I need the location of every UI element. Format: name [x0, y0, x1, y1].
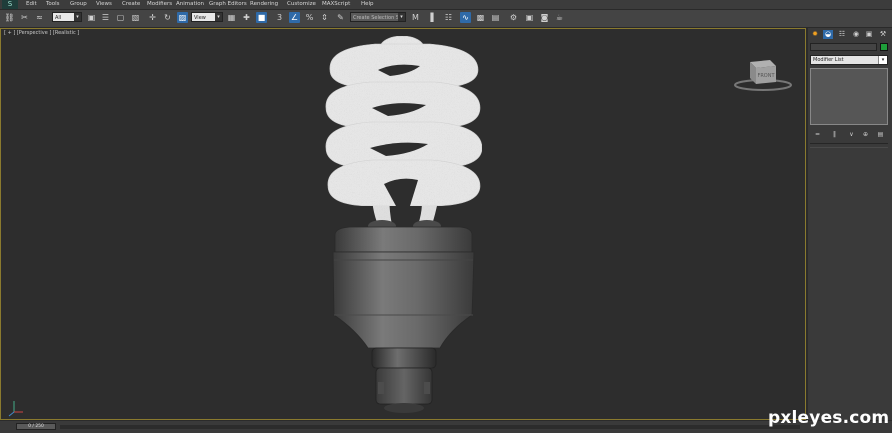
- render-setup-icon[interactable]: ⚙: [508, 12, 519, 23]
- menu-customize[interactable]: Customize: [287, 0, 316, 9]
- viewcube-face-label: FRONT: [757, 73, 775, 79]
- menu-graph-editors[interactable]: Graph Editors: [209, 0, 247, 9]
- menu-modifiers[interactable]: Modifiers: [147, 0, 172, 9]
- remove-modifier-icon[interactable]: ⊕: [860, 130, 871, 139]
- create-tab-icon[interactable]: ✹: [810, 30, 820, 39]
- material-editor-icon[interactable]: ▤: [490, 12, 501, 23]
- chevron-down-icon: ▾: [398, 13, 405, 21]
- snap-icon[interactable]: 3: [274, 12, 285, 23]
- modify-tab-icon[interactable]: ◒: [823, 30, 833, 39]
- scale-icon[interactable]: ▨: [177, 12, 188, 23]
- link-icon[interactable]: ⛓: [4, 12, 15, 23]
- display-tab-icon[interactable]: ▣: [864, 30, 874, 39]
- menu-rendering[interactable]: Rendering: [250, 0, 278, 9]
- rendered-frame-icon[interactable]: ▣: [524, 12, 535, 23]
- reference-coord-value: View: [194, 15, 206, 21]
- configure-modifier-sets-icon[interactable]: ▤: [875, 130, 886, 139]
- menu-maxscript[interactable]: MAXScript: [322, 0, 350, 9]
- time-slider[interactable]: 0 / 250: [16, 423, 56, 430]
- watermark: pxleyes.com: [768, 408, 890, 428]
- rect-selection-icon[interactable]: ▢: [115, 12, 126, 23]
- object-color-swatch[interactable]: [880, 43, 888, 51]
- spinner-snap-icon[interactable]: ⇕: [319, 12, 330, 23]
- menu-animation[interactable]: Animation: [176, 0, 204, 9]
- app-logo-icon[interactable]: S: [2, 0, 18, 9]
- menu-tools[interactable]: Tools: [46, 0, 60, 9]
- align-icon[interactable]: ▐: [425, 12, 436, 23]
- menu-edit[interactable]: Edit: [26, 0, 37, 9]
- move-icon[interactable]: ✛: [147, 12, 158, 23]
- modifier-list-label: Modifier List: [813, 57, 844, 63]
- axis-tripod-icon: [8, 401, 23, 417]
- make-unique-icon[interactable]: ∨: [846, 130, 857, 139]
- menu-create[interactable]: Create: [122, 0, 140, 9]
- angle-snap-icon[interactable]: ∠: [289, 12, 300, 23]
- layer-manager-icon[interactable]: ☷: [443, 12, 454, 23]
- viewport-label[interactable]: [ + ] [Perspective ] [Realistic ]: [4, 30, 79, 36]
- rotate-icon[interactable]: ↻: [162, 12, 173, 23]
- chevron-down-icon: ▾: [215, 13, 222, 21]
- light-bulb-model[interactable]: [300, 30, 510, 420]
- motion-tab-icon[interactable]: ◉: [851, 30, 861, 39]
- menu-group[interactable]: Group: [70, 0, 87, 9]
- render-icon[interactable]: ◙: [539, 12, 550, 23]
- chevron-down-icon: ▾: [878, 56, 887, 64]
- panel-divider: [810, 147, 888, 148]
- bind-spacewarp-icon[interactable]: ≈: [34, 12, 45, 23]
- pin-stack-icon[interactable]: ═: [812, 130, 823, 139]
- percent-snap-icon[interactable]: %: [304, 12, 315, 23]
- modifier-stack[interactable]: [810, 68, 888, 125]
- hierarchy-tab-icon[interactable]: ☷: [837, 30, 847, 39]
- select-object-icon[interactable]: ▣: [86, 12, 97, 23]
- panel-divider: [810, 143, 888, 144]
- named-selection-set-dropdown[interactable]: Create Selection Set ▾: [350, 12, 406, 22]
- main-toolbar: ⛓ ✂ ≈ All ▾ ▣ ☰ ▢ ▧ ✛ ↻ ▨ View ▾ ▦ ✚ ■ 3…: [0, 10, 892, 28]
- keyboard-shortcut-icon[interactable]: ■: [256, 12, 267, 23]
- menu-bar: S Edit Tools Group Views Create Modifiers Anim…: [0, 0, 892, 10]
- pivot-icon[interactable]: ▦: [226, 12, 237, 23]
- modifier-list-dropdown[interactable]: Modifier List ▾: [810, 55, 888, 65]
- schematic-view-icon[interactable]: ▩: [475, 12, 486, 23]
- menu-views[interactable]: Views: [96, 0, 112, 9]
- utilities-tab-icon[interactable]: ⚒: [878, 30, 888, 39]
- chevron-down-icon: ▾: [74, 13, 81, 21]
- reference-coord-dropdown[interactable]: View ▾: [191, 12, 223, 22]
- edit-named-sel-icon[interactable]: ✎: [335, 12, 346, 23]
- bulb-base: [332, 226, 475, 349]
- bulb-cap: [371, 347, 437, 413]
- render-production-icon[interactable]: ☕: [554, 12, 565, 23]
- named-selection-placeholder: Create Selection Set: [353, 15, 405, 21]
- curve-editor-icon[interactable]: ∿: [460, 12, 471, 23]
- object-name-field[interactable]: [810, 43, 877, 51]
- viewcube-widget[interactable]: FRONT: [730, 56, 796, 96]
- show-end-result-icon[interactable]: ‖: [829, 130, 840, 139]
- selection-filter-value: All: [55, 15, 62, 21]
- select-by-name-icon[interactable]: ☰: [100, 12, 111, 23]
- time-track[interactable]: [60, 425, 800, 429]
- mirror-icon[interactable]: M: [410, 12, 421, 23]
- selection-filter-dropdown[interactable]: All ▾: [52, 12, 82, 22]
- unlink-icon[interactable]: ✂: [19, 12, 30, 23]
- window-crossing-icon[interactable]: ▧: [130, 12, 141, 23]
- manipulate-icon[interactable]: ✚: [241, 12, 252, 23]
- menu-help[interactable]: Help: [361, 0, 374, 9]
